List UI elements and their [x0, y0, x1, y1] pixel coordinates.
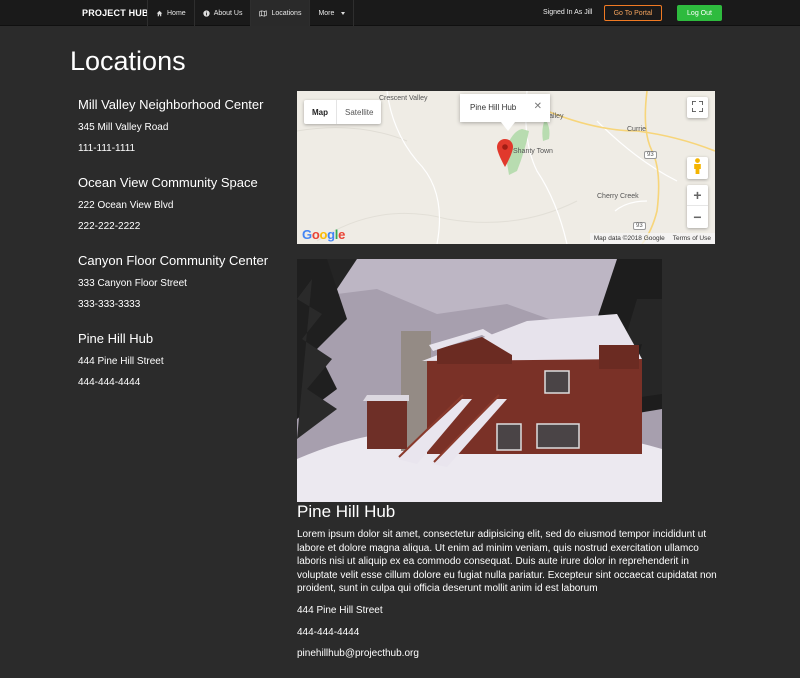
- zoom-out-button[interactable]: −: [687, 206, 708, 227]
- location-item: Mill Valley Neighborhood Center 345 Mill…: [78, 97, 288, 154]
- nav-link-about[interactable]: About Us: [193, 0, 251, 26]
- location-address: 333 Canyon Floor Street: [78, 278, 187, 289]
- location-name[interactable]: Ocean View Community Space: [78, 175, 288, 190]
- map-icon: [259, 9, 268, 17]
- map-attribution-bar: Map data ©2018 Google Terms of Use: [589, 233, 715, 244]
- location-photo: [297, 259, 662, 502]
- location-phone: 222-222-2222: [78, 221, 141, 232]
- location-address: 444 Pine Hill Street: [78, 356, 164, 367]
- fullscreen-icon: [691, 99, 704, 117]
- location-map[interactable]: Crescent Valley Valley Currie Shanty Tow…: [297, 91, 715, 244]
- nav-link-locations[interactable]: Locations: [250, 0, 310, 26]
- location-phone: 333-333-3333: [78, 299, 141, 310]
- brand-logo[interactable]: PROJECT HUB: [82, 8, 149, 18]
- detail-title: Pine Hill Hub: [297, 502, 396, 521]
- go-to-portal-button[interactable]: Go To Portal: [604, 5, 662, 21]
- fullscreen-button[interactable]: [687, 97, 708, 118]
- nav-link-label: Locations: [271, 9, 302, 17]
- nav-link-label: About Us: [213, 9, 243, 17]
- info-window-title: Pine Hill Hub: [470, 103, 517, 112]
- detail-address: 444 Pine Hill Street: [297, 605, 383, 616]
- zoom-control: + −: [687, 185, 708, 228]
- navbar: PROJECT HUB Home About Us Locations More…: [0, 0, 800, 26]
- log-out-button[interactable]: Log Out: [677, 5, 722, 21]
- nav-dropdown-more[interactable]: More: [309, 0, 355, 26]
- map-attribution: Map data ©2018 Google: [593, 235, 665, 242]
- location-name[interactable]: Canyon Floor Community Center: [78, 253, 288, 268]
- map-place-label: Currie: [627, 126, 647, 133]
- map-terms-link[interactable]: Terms of Use: [673, 235, 711, 242]
- location-phone: 111-111-1111: [78, 143, 136, 154]
- detail-description: Lorem ipsum dolor sit amet, consectetur …: [297, 529, 717, 595]
- info-icon: [203, 9, 210, 17]
- map-type-map-button[interactable]: Map: [304, 100, 336, 124]
- nav-links: Home About Us Locations More: [147, 0, 355, 26]
- location-item: Canyon Floor Community Center 333 Canyon…: [78, 253, 288, 310]
- google-logo: Google: [302, 227, 346, 242]
- map-type-control: Map Satellite: [304, 100, 382, 124]
- close-icon[interactable]: ✕: [534, 101, 542, 112]
- map-type-satellite-button[interactable]: Satellite: [336, 100, 381, 124]
- highway-shield: 93: [644, 151, 657, 159]
- info-window-tail: [501, 122, 515, 131]
- signed-in-text: Signed In As Jill: [543, 9, 593, 16]
- zoom-in-button[interactable]: +: [687, 185, 708, 206]
- map-info-window: Pine Hill Hub ✕: [460, 94, 550, 131]
- home-icon: [156, 10, 163, 17]
- highway-shield: 93: [633, 222, 646, 230]
- page-title: Locations: [70, 46, 186, 76]
- caret-down-icon: [341, 11, 346, 15]
- map-place-label: Shanty Town: [513, 148, 553, 155]
- nav-link-label: Home: [167, 9, 186, 17]
- map-place-label: Crescent Valley: [379, 95, 428, 102]
- map-pin-icon[interactable]: [497, 139, 513, 172]
- location-phone: 444-444-4444: [78, 377, 141, 388]
- pegman-icon: [693, 157, 702, 179]
- street-view-pegman[interactable]: [687, 157, 708, 179]
- detail-email[interactable]: pinehillhub@projecthub.org: [297, 648, 419, 659]
- location-item: Ocean View Community Space 222 Ocean Vie…: [78, 175, 288, 232]
- location-name[interactable]: Pine Hill Hub: [78, 331, 288, 346]
- map-place-label: Cherry Creek: [597, 193, 639, 200]
- location-item: Pine Hill Hub 444 Pine Hill Street 444-4…: [78, 331, 288, 388]
- location-name[interactable]: Mill Valley Neighborhood Center: [78, 97, 288, 112]
- nav-link-label: More: [318, 9, 335, 17]
- detail-phone: 444-444-4444: [297, 627, 360, 638]
- nav-link-home[interactable]: Home: [147, 0, 194, 26]
- location-address: 222 Ocean View Blvd: [78, 200, 174, 211]
- location-address: 345 Mill Valley Road: [78, 122, 169, 133]
